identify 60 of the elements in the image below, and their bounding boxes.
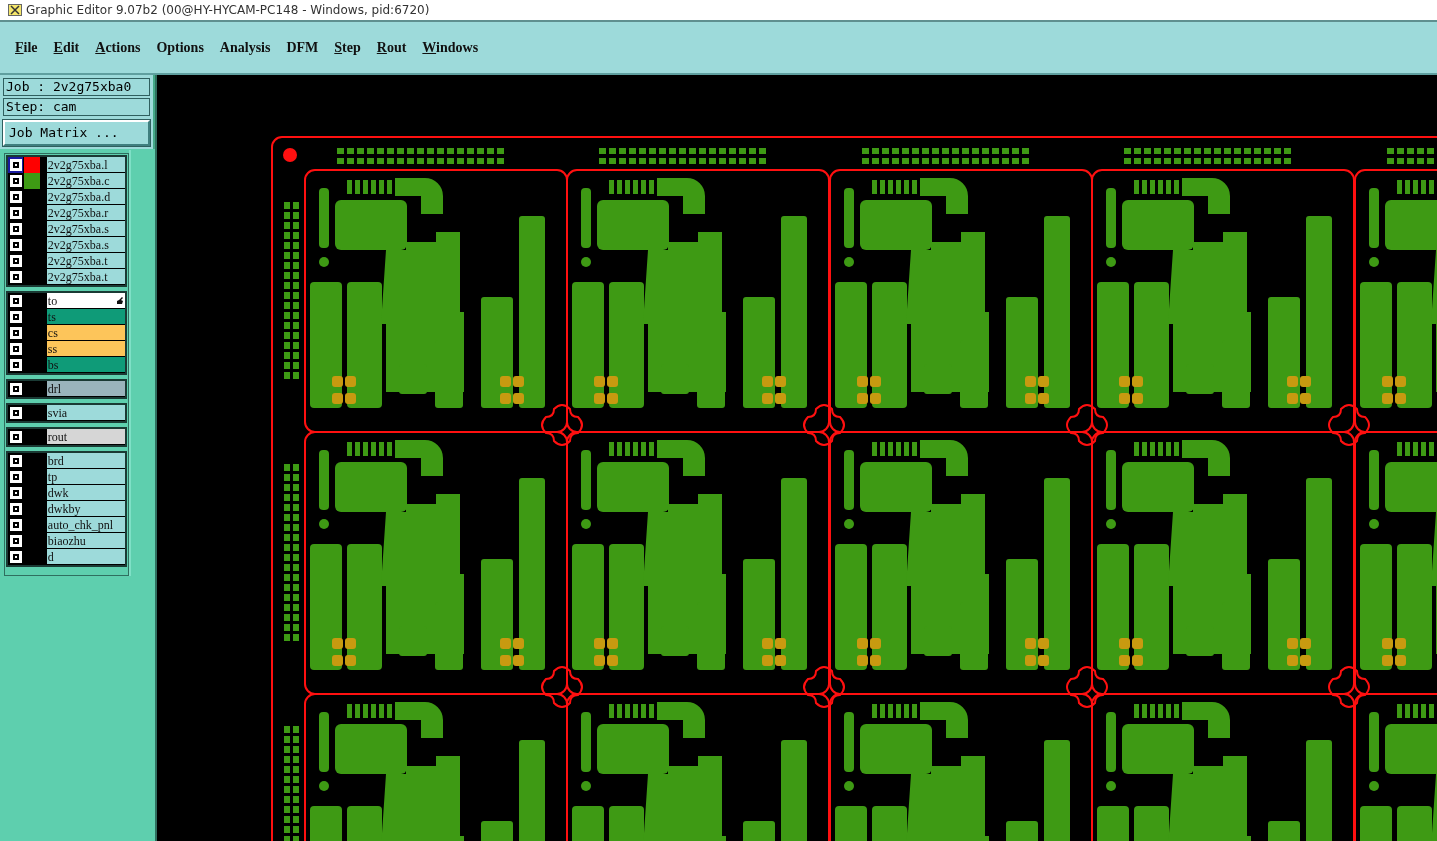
layer-label: svia [47, 405, 68, 420]
layer-label: dwkby [47, 501, 81, 516]
layer-name-field[interactable]: drl [46, 381, 125, 397]
layer-label: drl [47, 381, 62, 396]
layer-label: biaozhu [47, 533, 86, 548]
layer-label: 2v2g75xba.r [47, 205, 109, 220]
layer-label: 2v2g75xba.s [47, 221, 109, 236]
layer-name-field[interactable]: 2v2g75xba.t [46, 253, 125, 269]
layer-label: brd [47, 453, 64, 468]
menu-item[interactable]: File [15, 37, 38, 58]
layer-name-field[interactable]: 2v2g75xba.s [46, 221, 125, 237]
layer-name-field[interactable]: svia [46, 405, 125, 421]
window-title: Graphic Editor 9.07b2 (00@HY-HYCAM-PC148 - Windows, pid:6720) [26, 2, 430, 19]
layer-label: rout [47, 429, 68, 444]
layer-label: bs [47, 357, 59, 372]
menu-item[interactable]: Windows [422, 37, 479, 58]
layer-label: auto_chk_pnl [47, 517, 114, 532]
layer-name-field[interactable]: dwkby [46, 501, 125, 517]
layer-label: tp [47, 469, 58, 484]
menu-item[interactable]: Actions [95, 37, 141, 58]
layer-name-field[interactable]: brd [46, 453, 125, 469]
menu-item[interactable]: Step [334, 37, 361, 58]
layer-name-field[interactable]: 2v2g75xba.c [46, 173, 125, 189]
layer-label: cs [47, 325, 58, 340]
layer-label: 2v2g75xba.t [47, 253, 108, 268]
layer-name-field[interactable]: biaozhu [46, 533, 125, 549]
menu-item[interactable]: Rout [376, 37, 407, 58]
layer-name-field[interactable]: bs [46, 357, 125, 373]
layer-label: 2v2g75xba.t [47, 269, 108, 284]
layer-label: d [47, 549, 54, 564]
menu-item[interactable]: Edit [53, 37, 80, 58]
layer-name-field[interactable]: 2v2g75xba.r [46, 205, 125, 221]
layer-name-field[interactable]: cs [46, 325, 125, 341]
layer-label: ss [47, 341, 58, 356]
menu-item[interactable]: DFM [286, 37, 319, 58]
job-matrix-button[interactable]: Job Matrix ... [3, 120, 150, 146]
layer-name-field[interactable]: 2v2g75xba.s [46, 237, 125, 253]
layer-name-field[interactable]: d [46, 549, 125, 565]
layer-label: to [47, 293, 58, 308]
layer-label: 2v2g75xba.d [47, 189, 111, 204]
layer-name-field[interactable]: dwk [46, 485, 125, 501]
layer-name-field[interactable]: to [46, 293, 125, 309]
layer-label: 2v2g75xba.l [47, 157, 108, 172]
layer-name-field[interactable]: rout [46, 429, 125, 445]
app-icon [8, 4, 22, 16]
layer-name-field[interactable]: 2v2g75xba.l [46, 157, 125, 173]
layer-name-field[interactable]: auto_chk_pnl [46, 517, 125, 533]
layer-name-field[interactable]: 2v2g75xba.t [46, 269, 125, 285]
menu-item[interactable]: Options [156, 37, 204, 58]
layer-name-field[interactable]: ts [46, 309, 125, 325]
layer-name-field[interactable]: 2v2g75xba.d [46, 189, 125, 205]
job-name: Job : 2v2g75xba0 [3, 78, 150, 96]
layer-label: dwk [47, 485, 69, 500]
layer-label: 2v2g75xba.s [47, 237, 109, 252]
menu-item[interactable]: Analysis [219, 37, 271, 58]
layer-name-field[interactable]: tp [46, 469, 125, 485]
layer-name-field[interactable]: ss [46, 341, 125, 357]
step-name: Step: cam [3, 98, 150, 116]
layer-label: ts [47, 309, 56, 324]
layer-label: 2v2g75xba.c [47, 173, 110, 188]
